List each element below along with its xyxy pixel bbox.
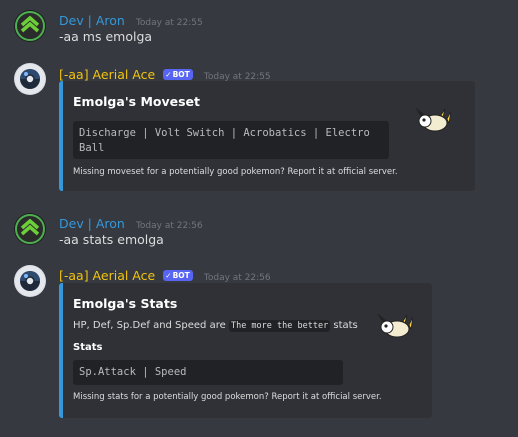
username[interactable]: [-aa] Aerial Ace <box>59 67 155 82</box>
bot-avatar[interactable] <box>14 63 46 95</box>
message-content: -aa stats emolga <box>59 232 164 247</box>
bot-tag-label: BOT <box>172 70 190 79</box>
dev-avatar[interactable] <box>14 213 46 245</box>
message-header: Dev | Aron Today at 22:56 <box>59 213 203 232</box>
stats-codeblock: Sp.Attack | Speed <box>73 360 343 385</box>
timestamp: Today at 22:56 <box>135 221 203 231</box>
description-inline-code: The more the better <box>228 320 331 332</box>
embed-title: Emolga's Moveset <box>73 94 200 109</box>
moveset-codeblock: Discharge | Volt Switch | Acrobatics | E… <box>73 121 389 159</box>
embed-title: Emolga's Stats <box>73 296 178 311</box>
message-header: Dev | Aron Today at 22:55 <box>59 10 203 29</box>
moveset-embed: Emolga's Moveset Discharge | Volt Switch… <box>59 81 475 191</box>
timestamp: Today at 22:56 <box>203 273 271 283</box>
emolga-sprite-icon <box>377 313 413 338</box>
timestamp: Today at 22:55 <box>135 18 203 28</box>
embed-description: HP, Def, Sp.Def and Speed are The more t… <box>73 320 358 332</box>
stats-embed: Emolga's Stats HP, Def, Sp.Def and Speed… <box>59 283 432 418</box>
green-chevron-emblem-icon <box>15 11 45 41</box>
bot-tag: ✓BOT <box>163 69 193 80</box>
bot-avatar[interactable] <box>14 265 46 297</box>
field-name: Stats <box>73 342 103 353</box>
description-text-end: stats <box>333 320 358 331</box>
description-text: HP, Def, Sp.Def and Speed are <box>73 320 226 331</box>
embed-footer: Missing moveset for a potentially good p… <box>73 167 398 177</box>
dev-avatar[interactable] <box>14 10 46 42</box>
username[interactable]: Dev | Aron <box>59 216 125 231</box>
pokeball-icon <box>15 266 45 296</box>
bot-tag: ✓BOT <box>163 270 193 281</box>
username[interactable]: [-aa] Aerial Ace <box>59 268 155 283</box>
message-header: [-aa] Aerial Ace ✓BOT Today at 22:56 <box>59 265 271 284</box>
checkmark-icon: ✓ <box>165 271 172 280</box>
bot-tag-label: BOT <box>172 271 190 280</box>
message-content: -aa ms emolga <box>59 29 153 44</box>
emolga-sprite-icon <box>415 107 451 132</box>
username[interactable]: Dev | Aron <box>59 13 125 28</box>
checkmark-icon: ✓ <box>165 70 172 79</box>
pokeball-icon <box>15 64 45 94</box>
green-chevron-emblem-icon <box>15 214 45 244</box>
embed-footer: Missing stats for a potentially good pok… <box>73 392 382 402</box>
